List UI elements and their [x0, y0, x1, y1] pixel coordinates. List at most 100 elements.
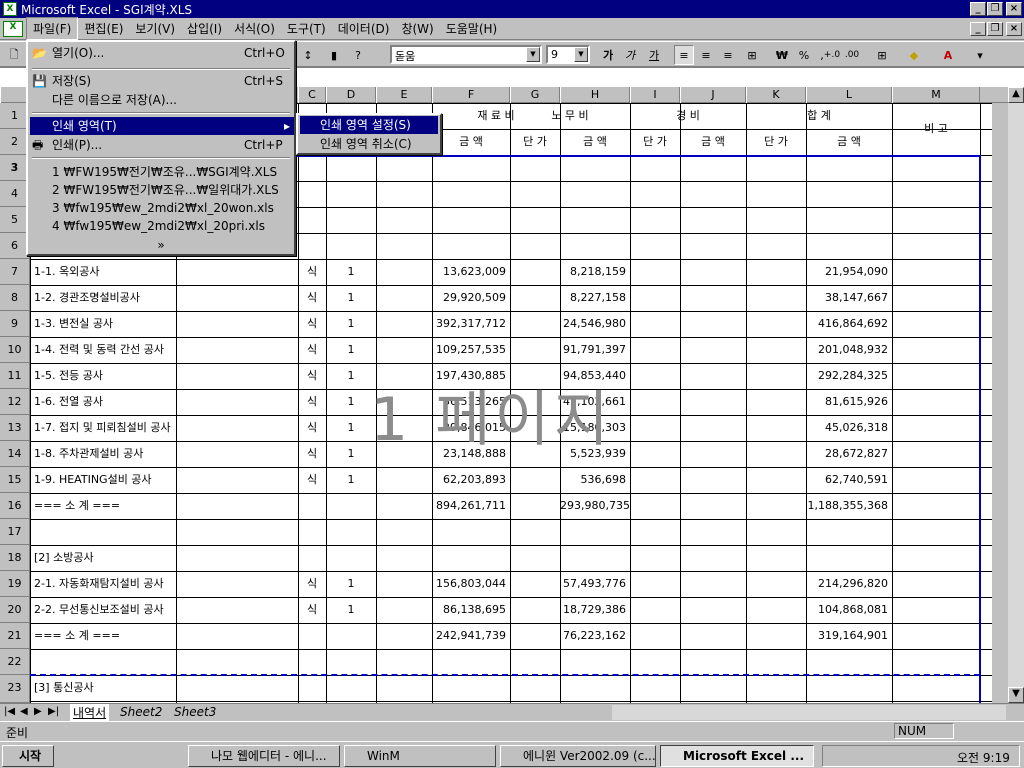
labor-amount[interactable] [560, 545, 630, 571]
menu-item-save[interactable]: 💾 저장(S) Ctrl+S [30, 72, 292, 90]
column-header-l[interactable]: L [806, 87, 892, 103]
doc-minimize-button[interactable]: _ [970, 22, 986, 36]
tab-nav-first-icon[interactable]: |◀ [4, 706, 15, 717]
horizontal-scrollbar[interactable] [612, 705, 1006, 720]
align-center-icon[interactable]: ≡ [696, 45, 716, 65]
item-unit[interactable]: 식 [298, 597, 326, 623]
item-qty[interactable] [326, 493, 376, 519]
task-winm[interactable]: WinM [344, 745, 496, 767]
item-unit[interactable] [298, 649, 326, 675]
labor-amount[interactable] [560, 649, 630, 675]
row-header[interactable]: 23 [0, 675, 30, 703]
item-name[interactable]: 2-2. 무선통신보조설비 공사 [34, 597, 294, 623]
item-name[interactable] [34, 649, 294, 675]
material-amount[interactable]: 894,261,711 [432, 493, 510, 519]
column-header-d[interactable]: D [326, 87, 376, 103]
item-qty[interactable]: 1 [326, 311, 376, 337]
total-amount[interactable]: 81,615,926 [806, 389, 892, 415]
material-amount[interactable]: 86,138,695 [432, 597, 510, 623]
column-header-i[interactable]: I [630, 87, 680, 103]
material-amount[interactable]: 62,203,893 [432, 467, 510, 493]
row-header[interactable]: 13 [0, 415, 30, 441]
vertical-scrollbar[interactable]: ▲ ▼ [1008, 87, 1024, 703]
row-header[interactable]: 20 [0, 597, 30, 623]
item-qty[interactable]: 1 [326, 389, 376, 415]
row-header[interactable]: 10 [0, 337, 30, 363]
total-amount[interactable]: 1,188,355,368 [806, 493, 892, 519]
row-header[interactable]: 15 [0, 467, 30, 493]
row-header[interactable]: 21 [0, 623, 30, 649]
scroll-down-icon[interactable]: ▼ [1008, 687, 1024, 703]
chevron-down-icon[interactable]: ▼ [526, 47, 540, 62]
item-unit[interactable] [298, 519, 326, 545]
chevron-down-icon[interactable]: ▼ [574, 47, 588, 62]
tab-nav-prev-icon[interactable]: ◀ [20, 706, 28, 717]
item-name[interactable] [34, 519, 294, 545]
item-qty[interactable] [326, 649, 376, 675]
item-unit[interactable]: 식 [298, 363, 326, 389]
row-header[interactable]: 9 [0, 311, 30, 337]
item-qty[interactable]: 1 [326, 441, 376, 467]
menu-view[interactable]: 보기(V) [129, 18, 181, 39]
bold-button[interactable]: 가 [598, 45, 618, 65]
item-unit[interactable] [298, 493, 326, 519]
item-name[interactable]: 2-1. 자동화재탐지설비 공사 [34, 571, 294, 597]
labor-amount[interactable]: 18,729,386 [560, 597, 630, 623]
column-header-f[interactable]: F [432, 87, 510, 103]
item-unit[interactable] [298, 675, 326, 701]
item-name[interactable]: 1-2. 경관조명설비공사 [34, 285, 294, 311]
menu-help[interactable]: 도움말(H) [440, 18, 504, 39]
chart-wizard-icon[interactable]: ▮ [324, 45, 344, 65]
menu-format[interactable]: 서식(O) [228, 18, 281, 39]
item-unit[interactable] [298, 623, 326, 649]
column-header-g[interactable]: G [510, 87, 560, 103]
row-header[interactable]: 14 [0, 441, 30, 467]
item-qty[interactable]: 1 [326, 285, 376, 311]
item-name[interactable]: 1-1. 옥외공사 [34, 259, 294, 285]
item-name[interactable]: 1-8. 주차관제설비 공사 [34, 441, 294, 467]
row-header[interactable]: 12 [0, 389, 30, 415]
item-qty[interactable]: 1 [326, 597, 376, 623]
row-header[interactable]: 19 [0, 571, 30, 597]
start-button[interactable]: 시작 [2, 745, 54, 767]
menu-item-recent-1[interactable]: 1 ₩FW195₩전기₩조유...₩SGI계약.XLS [30, 163, 292, 181]
font-select[interactable]: 돋움 ▼ [390, 45, 542, 64]
total-amount[interactable]: 214,296,820 [806, 571, 892, 597]
material-amount[interactable] [432, 675, 510, 701]
item-name[interactable]: 1-3. 변전실 공사 [34, 311, 294, 337]
material-amount[interactable]: 156,803,044 [432, 571, 510, 597]
total-amount[interactable]: 319,164,901 [806, 623, 892, 649]
column-header-h[interactable]: H [560, 87, 630, 103]
material-amount[interactable]: 29,920,509 [432, 285, 510, 311]
total-amount[interactable]: 28,672,827 [806, 441, 892, 467]
doc-close-button[interactable]: × [1006, 22, 1022, 36]
item-name[interactable]: [2] 소방공사 [34, 545, 294, 571]
item-qty[interactable]: 1 [326, 259, 376, 285]
item-unit[interactable]: 식 [298, 337, 326, 363]
labor-amount[interactable]: 24,546,980 [560, 311, 630, 337]
material-amount[interactable]: 392,317,712 [432, 311, 510, 337]
sort-icon[interactable]: ↕ [298, 45, 318, 65]
menu-edit[interactable]: 편집(E) [78, 18, 129, 39]
item-unit[interactable]: 식 [298, 311, 326, 337]
column-header-j[interactable]: J [680, 87, 746, 103]
row-header[interactable]: 11 [0, 363, 30, 389]
item-unit[interactable]: 식 [298, 467, 326, 493]
row-header[interactable]: 7 [0, 259, 30, 285]
row-header[interactable]: 17 [0, 519, 30, 545]
labor-amount[interactable]: 293,980,735 [560, 493, 630, 519]
item-name[interactable]: 1-6. 전열 공사 [34, 389, 294, 415]
labor-amount[interactable]: 57,493,776 [560, 571, 630, 597]
menu-item-open[interactable]: 📂 열기(O)... Ctrl+O [30, 44, 292, 62]
row-header[interactable]: 22 [0, 649, 30, 675]
item-qty[interactable]: 1 [326, 415, 376, 441]
total-amount[interactable]: 62,740,591 [806, 467, 892, 493]
total-amount[interactable]: 416,864,692 [806, 311, 892, 337]
tab-nav-next-icon[interactable]: ▶ [34, 706, 42, 717]
labor-amount[interactable]: 76,223,162 [560, 623, 630, 649]
labor-amount[interactable] [560, 675, 630, 701]
item-unit[interactable] [298, 545, 326, 571]
task-excel[interactable]: Microsoft Excel ... [660, 745, 814, 767]
item-name[interactable]: 1-7. 접지 및 피뢰침설비 공사 [34, 415, 294, 441]
menu-window[interactable]: 창(W) [395, 18, 439, 39]
